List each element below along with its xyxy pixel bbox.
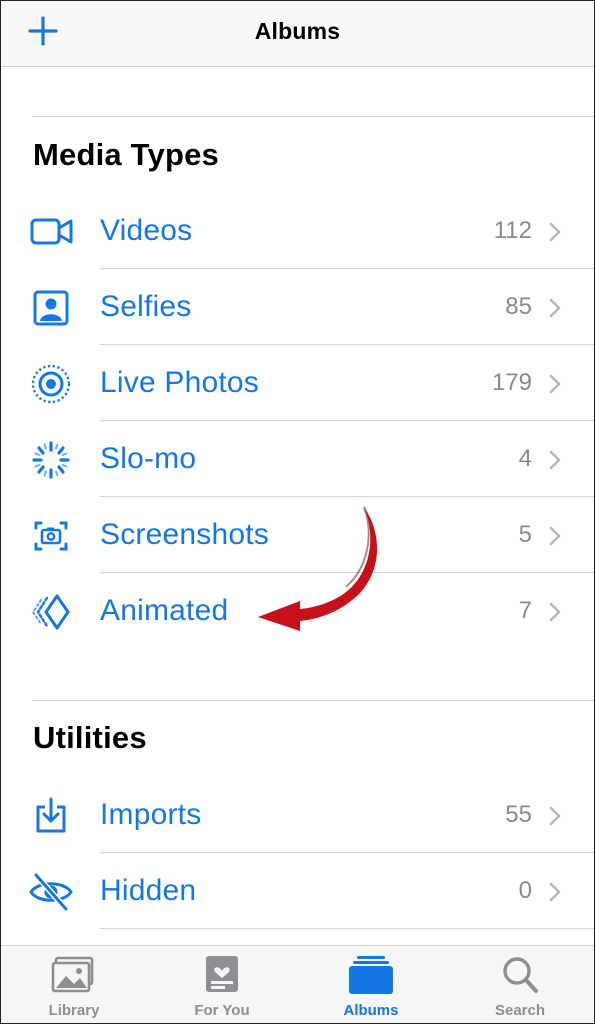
album-row-hidden[interactable]: Hidden 0: [0, 853, 595, 929]
album-row-selfies[interactable]: Selfies 85: [0, 269, 595, 345]
album-label: Hidden: [100, 874, 197, 907]
page-title: Albums: [254, 18, 341, 44]
chevron-right-icon: [549, 450, 561, 470]
chevron-right-icon: [549, 526, 561, 546]
tab-label: Library: [48, 1002, 100, 1019]
album-row-imports[interactable]: Imports 55: [0, 777, 595, 853]
chevron-right-icon: [549, 222, 561, 242]
magnifier-icon: [503, 957, 538, 993]
tab-label: Search: [494, 1002, 546, 1019]
chevron-right-icon: [549, 374, 561, 394]
video-camera-icon: [28, 209, 74, 255]
album-count: 55: [505, 801, 532, 828]
top-divider: [32, 116, 595, 117]
row-divider: [100, 928, 595, 929]
album-label: Selfies: [100, 290, 192, 323]
album-label: Animated: [100, 594, 229, 627]
import-tray-icon: [28, 793, 74, 839]
live-photo-icon: [28, 361, 74, 407]
album-count: 112: [493, 217, 532, 244]
tab-label: For You: [194, 1002, 250, 1019]
animated-icon: [28, 589, 74, 635]
album-row-videos[interactable]: Videos 112: [0, 193, 595, 269]
screenshot-icon: [28, 513, 74, 559]
album-row-slo-mo[interactable]: Slo-mo 4: [0, 421, 595, 497]
chevron-right-icon: [549, 298, 561, 318]
section-title-utilities: Utilities: [33, 720, 147, 755]
section-title-media-types: Media Types: [33, 137, 219, 172]
tab-for-you[interactable]: For You: [148, 946, 296, 1024]
tab-search[interactable]: Search: [446, 946, 594, 1024]
album-row-live-photos[interactable]: Live Photos 179: [0, 345, 595, 421]
chevron-right-icon: [549, 806, 561, 826]
album-count: 5: [518, 521, 532, 548]
slo-mo-icon: [28, 437, 74, 483]
album-label: Imports: [100, 798, 202, 831]
album-count: 179: [491, 369, 532, 396]
album-count: 85: [505, 293, 532, 320]
album-count: 0: [518, 877, 532, 904]
chevron-right-icon: [549, 882, 561, 902]
tab-albums[interactable]: Albums: [297, 946, 445, 1024]
album-count: 7: [518, 597, 532, 624]
album-count: 4: [518, 445, 532, 472]
tab-library[interactable]: Library: [0, 946, 148, 1024]
tab-bar: Library For You Albums Search: [0, 945, 595, 1024]
section-divider: [32, 700, 595, 701]
album-label: Screenshots: [100, 518, 269, 551]
eye-slash-icon: [28, 869, 74, 915]
for-you-heart-icon: [206, 956, 238, 992]
album-label: Slo-mo: [100, 442, 197, 475]
selfie-portrait-icon: [28, 285, 74, 331]
albums-stack-icon: [349, 956, 393, 994]
album-label: Videos: [100, 214, 193, 247]
red-curved-arrow-icon: [258, 506, 378, 631]
chevron-right-icon: [549, 602, 561, 622]
photo-library-icon: [51, 956, 94, 993]
tab-label: Albums: [343, 1002, 399, 1019]
navigation-bar: Albums: [0, 0, 595, 67]
album-label: Live Photos: [100, 366, 259, 399]
